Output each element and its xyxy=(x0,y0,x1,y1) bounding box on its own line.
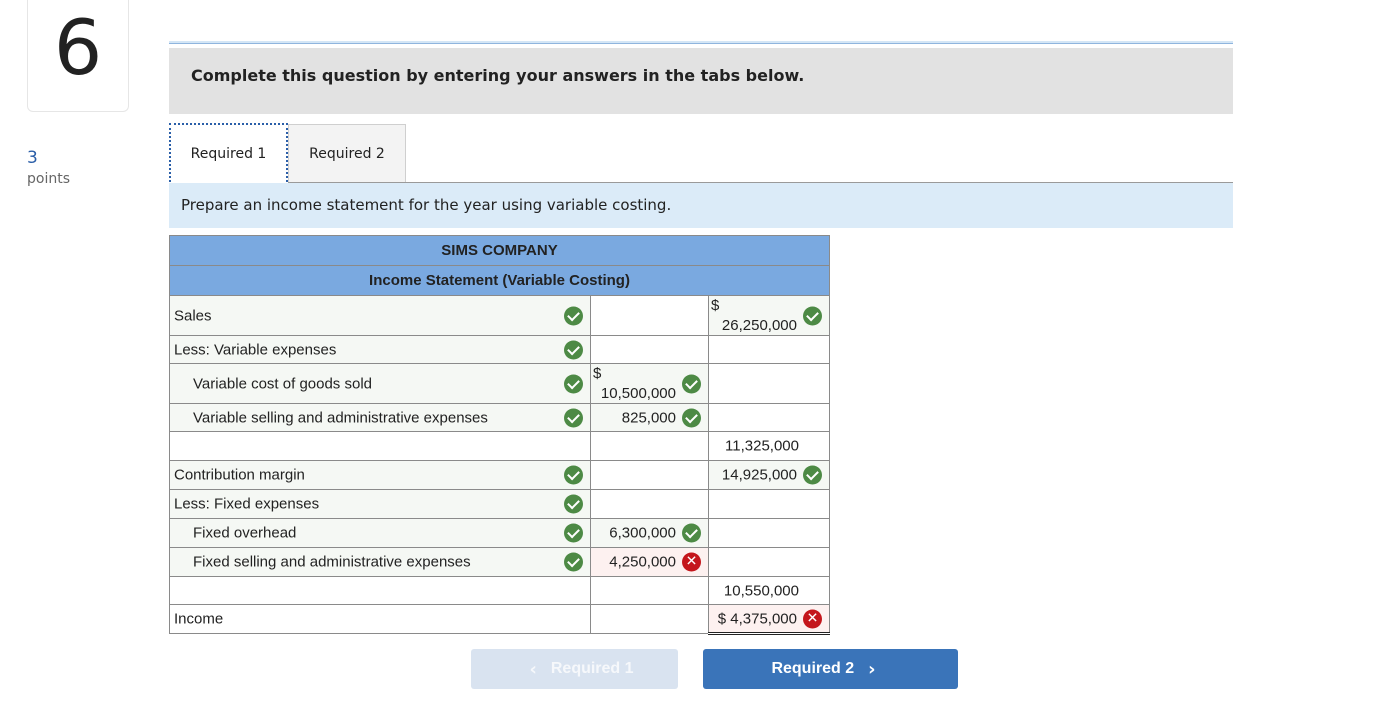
row-label: Fixed overhead xyxy=(193,524,297,542)
row-label: Fixed selling and administrative expense… xyxy=(193,553,471,571)
dollar-sign: $ xyxy=(711,297,720,314)
points-label: points xyxy=(27,171,70,187)
amount: 26,250,000 xyxy=(721,317,797,334)
mid-cell[interactable] xyxy=(590,431,709,461)
prev-button-label: Required 1 xyxy=(550,660,634,677)
right-cell[interactable]: $ 4,375,000 ✕ xyxy=(708,604,830,635)
prev-button[interactable]: ‹ Required 1 xyxy=(471,649,678,689)
check-icon xyxy=(682,374,701,393)
amount: 6,300,000 xyxy=(609,524,676,542)
question-number-box: 6 xyxy=(27,0,129,112)
instructions-text: Complete this question by entering your … xyxy=(191,66,805,85)
row-label: Variable selling and administrative expe… xyxy=(193,409,488,426)
mid-cell[interactable]: 4,250,000 ✕ xyxy=(590,547,709,577)
check-icon xyxy=(564,408,583,427)
table-row: Less: Fixed expenses xyxy=(169,489,830,519)
mid-cell[interactable] xyxy=(590,335,709,364)
label-cell[interactable]: Less: Variable expenses xyxy=(169,335,591,364)
right-cell[interactable] xyxy=(708,518,830,548)
table-row: Contribution margin 14,925,000 xyxy=(169,460,830,490)
table-row: Sales $26,250,000 xyxy=(169,295,830,336)
chevron-left-icon: ‹ xyxy=(529,658,537,680)
table-row: Fixed overhead 6,300,000 xyxy=(169,518,830,548)
row-label: Income xyxy=(174,610,224,628)
row-label: Sales xyxy=(174,307,212,324)
right-cell[interactable] xyxy=(708,489,830,519)
points-value: 3 xyxy=(27,148,38,168)
instructions-bar: Complete this question by entering your … xyxy=(169,48,1233,114)
label-cell[interactable]: Fixed overhead xyxy=(169,518,591,548)
x-icon: ✕ xyxy=(682,552,701,572)
mid-cell[interactable] xyxy=(590,576,709,605)
right-cell[interactable] xyxy=(708,363,830,404)
income-statement-table: SIMS COMPANY Income Statement (Variable … xyxy=(169,235,830,635)
chevron-right-icon: › xyxy=(868,658,876,680)
row-label: Variable cost of goods sold xyxy=(193,375,372,392)
amount: 10,550,000 xyxy=(723,582,799,599)
amount: 825,000 xyxy=(621,409,676,426)
amount: 4,250,000 xyxy=(609,553,676,571)
label-cell[interactable]: Fixed selling and administrative expense… xyxy=(169,547,591,577)
mid-cell[interactable]: $10,500,000 xyxy=(590,363,709,404)
top-divider xyxy=(169,41,1233,44)
right-cell[interactable]: $26,250,000 xyxy=(708,295,830,336)
mid-cell[interactable] xyxy=(590,460,709,490)
tab-required-1[interactable]: Required 1 xyxy=(169,123,288,182)
check-icon xyxy=(564,340,583,359)
mid-cell[interactable]: 6,300,000 xyxy=(590,518,709,548)
check-icon xyxy=(564,306,583,325)
tab-required-2[interactable]: Required 2 xyxy=(288,124,406,182)
label-cell[interactable]: Variable cost of goods sold xyxy=(169,363,591,404)
check-icon xyxy=(803,465,822,485)
check-icon xyxy=(564,374,583,393)
prompt-bar: Prepare an income statement for the year… xyxy=(169,183,1233,228)
table-row: Variable cost of goods sold $10,500,000 xyxy=(169,363,830,404)
table-row: Income $ 4,375,000 ✕ xyxy=(169,604,830,635)
mid-cell[interactable] xyxy=(590,489,709,519)
right-cell[interactable]: 11,325,000 xyxy=(708,431,830,461)
mid-cell[interactable] xyxy=(590,604,709,634)
amount: 11,325,000 xyxy=(725,437,799,455)
statement-title: Income Statement (Variable Costing) xyxy=(169,265,830,296)
check-icon xyxy=(682,523,701,543)
amount: $ 4,375,000 xyxy=(717,610,797,627)
row-label: Contribution margin xyxy=(174,466,305,484)
amount: 10,500,000 xyxy=(600,385,676,402)
table-row: 11,325,000 xyxy=(169,431,830,461)
label-cell[interactable] xyxy=(169,576,591,605)
table-row: Less: Variable expenses xyxy=(169,335,830,364)
label-cell[interactable]: Sales xyxy=(169,295,591,336)
row-label: Less: Fixed expenses xyxy=(174,495,320,513)
mid-cell[interactable] xyxy=(590,295,709,336)
question-number: 6 xyxy=(53,3,103,92)
company-name: SIMS COMPANY xyxy=(169,235,830,266)
check-icon xyxy=(564,494,583,514)
label-cell[interactable] xyxy=(169,431,591,461)
amount: 14,925,000 xyxy=(721,466,797,484)
right-cell[interactable] xyxy=(708,403,830,432)
label-cell[interactable]: Income xyxy=(169,604,591,634)
next-button-label: Required 2 xyxy=(771,660,855,677)
right-cell[interactable]: 10,550,000 xyxy=(708,576,830,605)
label-cell[interactable]: Variable selling and administrative expe… xyxy=(169,403,591,432)
check-icon xyxy=(564,465,583,485)
dollar-sign: $ xyxy=(593,365,602,382)
label-cell[interactable]: Contribution margin xyxy=(169,460,591,490)
check-icon xyxy=(803,306,822,325)
next-button[interactable]: Required 2 › xyxy=(703,649,958,689)
mid-cell[interactable]: 825,000 xyxy=(590,403,709,432)
label-cell[interactable]: Less: Fixed expenses xyxy=(169,489,591,519)
row-label: Less: Variable expenses xyxy=(174,341,337,358)
prompt-text: Prepare an income statement for the year… xyxy=(181,196,672,214)
table-row: Variable selling and administrative expe… xyxy=(169,403,830,432)
x-icon: ✕ xyxy=(803,609,822,628)
table-row: 10,550,000 xyxy=(169,576,830,605)
right-cell[interactable] xyxy=(708,547,830,577)
table-row: Fixed selling and administrative expense… xyxy=(169,547,830,577)
check-icon xyxy=(682,408,701,427)
right-cell[interactable] xyxy=(708,335,830,364)
check-icon xyxy=(564,552,583,572)
right-cell[interactable]: 14,925,000 xyxy=(708,460,830,490)
check-icon xyxy=(564,523,583,543)
